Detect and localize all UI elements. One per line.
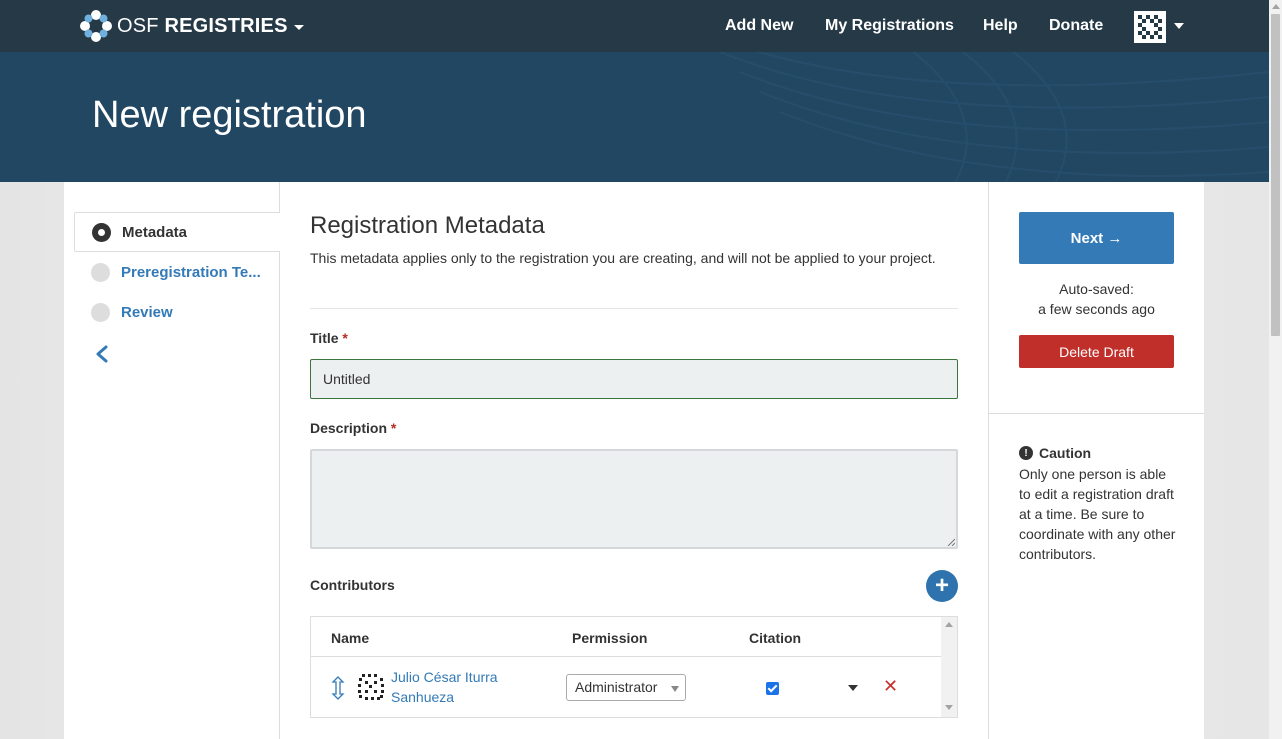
osf-logo-icon — [80, 10, 112, 42]
column-header-citation: Citation — [749, 630, 802, 646]
autosave-label: Auto-saved: — [1059, 281, 1134, 297]
top-navbar: OSF REGISTRIES Add New My Registrations … — [0, 0, 1269, 52]
remove-contributor-icon[interactable]: ✕ — [883, 676, 898, 696]
divider — [310, 308, 958, 309]
caution-title: Caution — [1039, 445, 1092, 461]
title-label-text: Title — [310, 330, 339, 346]
chevron-down-icon — [671, 686, 679, 692]
citation-checkbox[interactable] — [766, 682, 779, 695]
chevron-down-icon — [293, 25, 304, 30]
contributor-name-link[interactable]: Julio César Iturra Sanhueza — [391, 667, 541, 707]
add-contributor-button[interactable]: + — [926, 570, 958, 602]
divider — [989, 413, 1205, 414]
autosave-time: a few seconds ago — [1038, 301, 1155, 317]
contributor-avatar — [356, 672, 386, 702]
section-heading: Registration Metadata — [310, 212, 545, 239]
nav-donate[interactable]: Donate — [1049, 17, 1103, 35]
scrollbar-thumb[interactable] — [1271, 14, 1280, 336]
step-active-icon — [92, 222, 111, 242]
description-input[interactable] — [310, 449, 958, 549]
required-marker: * — [390, 420, 397, 436]
permission-select[interactable]: Administrator — [566, 674, 686, 701]
required-marker: * — [342, 330, 348, 346]
section-intro: This metadata applies only to the regist… — [310, 250, 936, 266]
step-label: Preregistration Te... — [121, 263, 261, 281]
step-review[interactable]: Review — [74, 292, 280, 332]
description-label-text: Description — [310, 420, 388, 436]
scroll-down-arrow-icon[interactable] — [945, 705, 953, 710]
scroll-up-arrow-icon[interactable] — [945, 622, 953, 627]
column-header-name: Name — [331, 630, 370, 646]
contributors-table: Name Permission Citation Julio César Itu… — [310, 616, 958, 718]
resize-grip-icon[interactable] — [947, 538, 955, 546]
exclamation-circle-icon: ! — [1019, 446, 1033, 460]
nav-help[interactable]: Help — [983, 17, 1018, 35]
autosave-status: Auto-saved: a few seconds ago — [1019, 279, 1174, 319]
delete-draft-button[interactable]: Delete Draft — [1019, 335, 1174, 368]
user-menu-chevron-icon[interactable] — [1174, 23, 1184, 29]
title-input[interactable] — [310, 359, 958, 399]
nav-my-registrations[interactable]: My Registrations — [825, 17, 954, 35]
window-scrollbar[interactable] — [1269, 0, 1282, 739]
brand-menu[interactable]: OSF REGISTRIES — [79, 9, 304, 43]
next-button[interactable]: Next → — [1019, 212, 1174, 264]
title-label: Title * — [310, 330, 348, 346]
brand-name: OSF REGISTRIES — [117, 15, 288, 38]
page-title: New registration — [92, 94, 367, 136]
step-preregistration[interactable]: Preregistration Te... — [74, 252, 280, 292]
chevron-left-icon[interactable] — [94, 345, 110, 363]
step-connector — [99, 270, 102, 274]
caution-heading: ! Caution — [1019, 445, 1091, 461]
description-label: Description * — [310, 420, 396, 436]
caution-text: Only one person is able to edit a regist… — [1019, 466, 1176, 562]
main-content: Registration Metadata This metadata appl… — [280, 182, 988, 739]
step-metadata[interactable]: Metadata — [74, 212, 280, 252]
row-expand-caret-icon[interactable] — [848, 685, 858, 691]
column-header-permission: Permission — [572, 630, 648, 646]
brand-osf: OSF — [117, 14, 159, 37]
scroll-up-arrow-icon[interactable] — [1272, 4, 1280, 9]
step-connector — [99, 310, 102, 314]
contributors-label: Contributors — [310, 577, 395, 593]
hero-banner: New registration — [0, 52, 1269, 182]
permission-value: Administrator — [575, 679, 658, 695]
right-panel: Next → Auto-saved: a few seconds ago Del… — [988, 182, 1205, 739]
table-header-divider — [311, 656, 941, 657]
step-label: Review — [121, 303, 173, 321]
drag-handle-icon[interactable] — [331, 676, 345, 700]
nav-add-new[interactable]: Add New — [725, 17, 793, 35]
brand-product: REGISTRIES — [164, 14, 288, 37]
steps-sidebar: Metadata Preregistration Te... Review — [64, 182, 280, 739]
table-scrollbar[interactable] — [941, 617, 957, 717]
step-label: Metadata — [122, 223, 188, 241]
user-avatar[interactable] — [1134, 11, 1166, 43]
